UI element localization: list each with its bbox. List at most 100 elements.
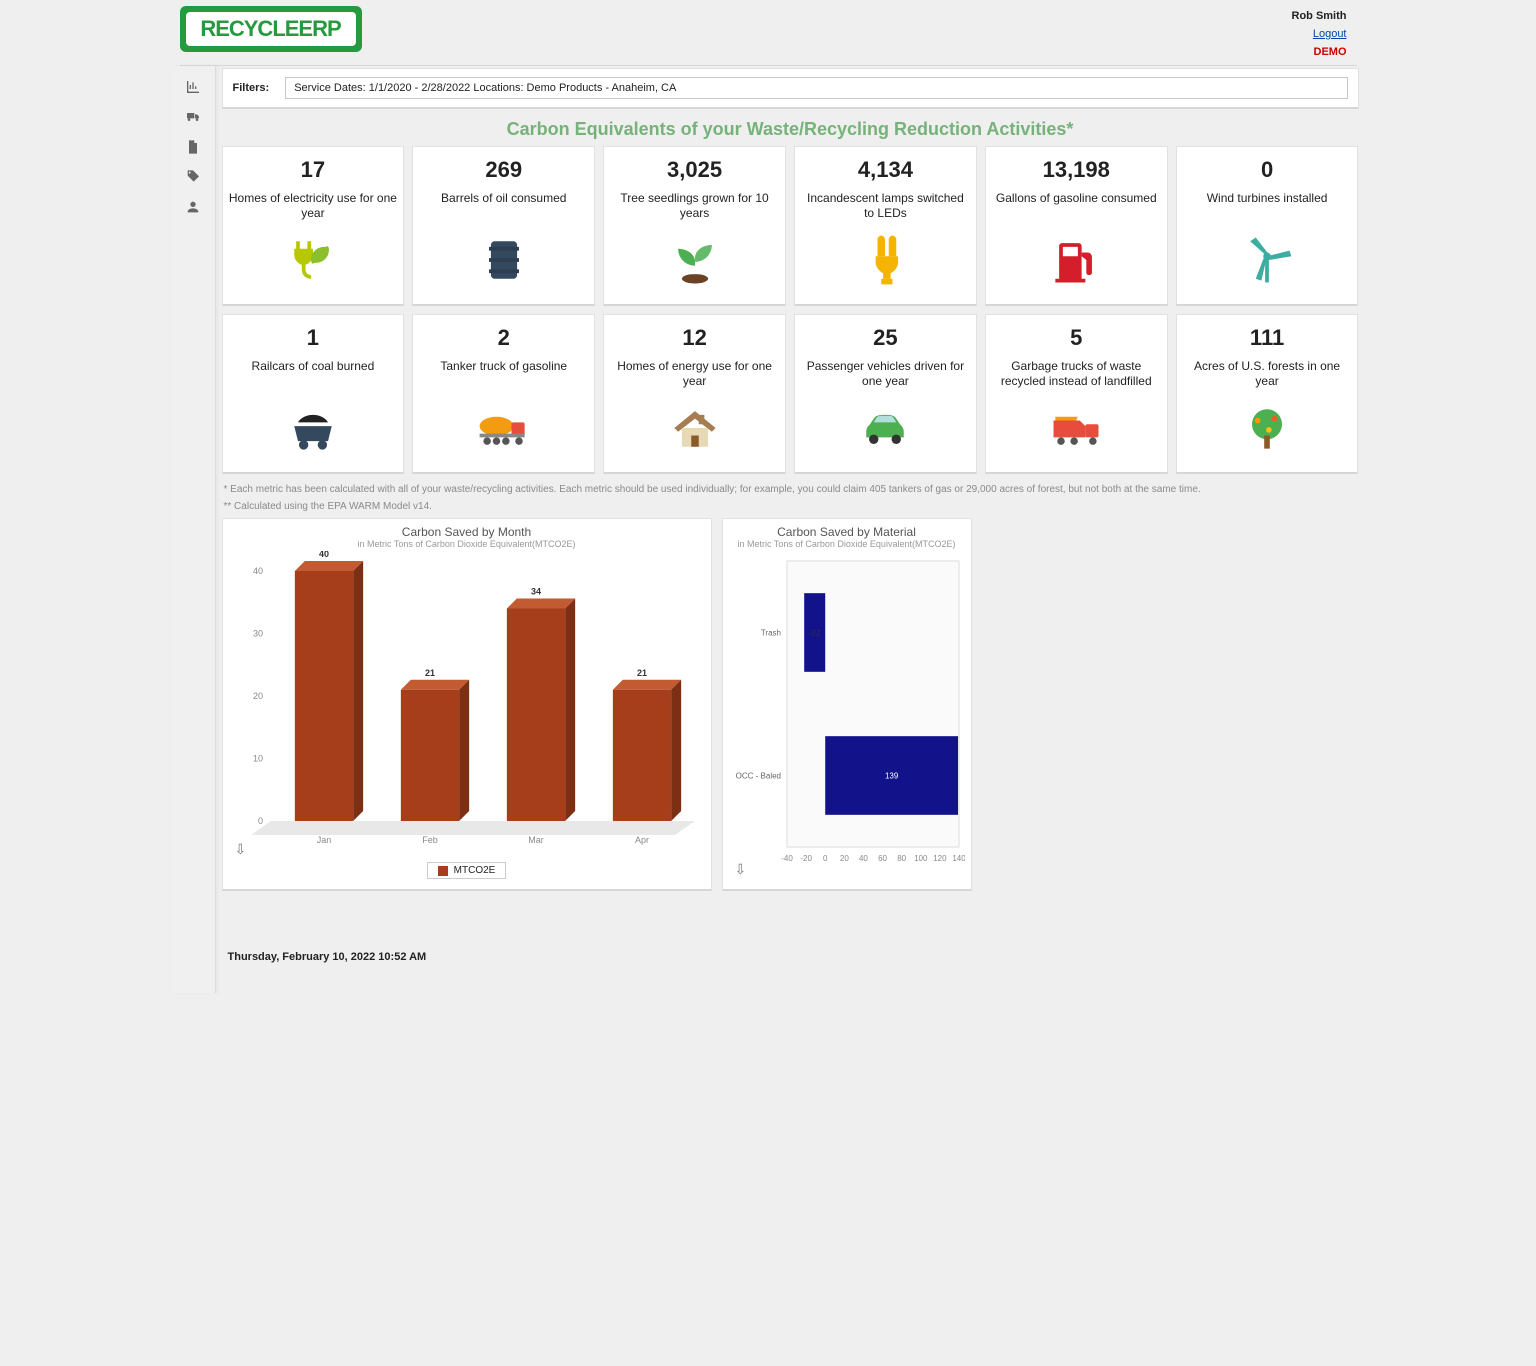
metric-tanker-truck: 2 Tanker truck of gasoline bbox=[412, 314, 595, 474]
svg-text:10: 10 bbox=[252, 754, 262, 764]
metric-value: 13,198 bbox=[1043, 157, 1110, 183]
svg-text:60: 60 bbox=[878, 854, 887, 863]
user-icon bbox=[185, 199, 201, 215]
filter-bar: Filters: Service Dates: 1/1/2020 - 2/28/… bbox=[222, 68, 1359, 109]
metric-label: Gallons of gasoline consumed bbox=[996, 191, 1157, 223]
metric-label: Garbage trucks of waste recycled instead… bbox=[992, 359, 1161, 391]
chart-carbon-by-month: Carbon Saved by Month in Metric Tons of … bbox=[222, 518, 712, 891]
chart-legend: MTCO2E bbox=[427, 862, 507, 879]
footnote-1: * Each metric has been calculated with a… bbox=[224, 484, 1357, 495]
logo-text: RECYCLEERP bbox=[186, 12, 356, 46]
metric-barrels-oil: 269 Barrels of oil consumed bbox=[412, 146, 595, 306]
metric-label: Acres of U.S. forests in one year bbox=[1183, 359, 1352, 391]
svg-text:40: 40 bbox=[318, 551, 328, 559]
metric-label: Homes of electricity use for one year bbox=[229, 191, 398, 223]
svg-text:OCC - Baled: OCC - Baled bbox=[735, 772, 780, 781]
svg-text:-40: -40 bbox=[781, 854, 793, 863]
svg-text:0: 0 bbox=[822, 854, 827, 863]
nav-account[interactable] bbox=[172, 192, 215, 222]
sidebar bbox=[172, 66, 216, 993]
svg-text:Feb: Feb bbox=[422, 835, 438, 845]
plug-leaf-icon bbox=[283, 230, 343, 290]
house-icon bbox=[665, 398, 725, 458]
user-name: Rob Smith bbox=[1292, 10, 1347, 22]
metric-passenger-vehicles: 25 Passenger vehicles driven for one yea… bbox=[794, 314, 977, 474]
metric-value: 0 bbox=[1261, 157, 1273, 183]
document-icon bbox=[185, 139, 201, 155]
metric-label: Homes of energy use for one year bbox=[610, 359, 779, 391]
wind-turbine-icon bbox=[1237, 230, 1297, 290]
svg-text:Jan: Jan bbox=[316, 835, 331, 845]
metric-label: Tanker truck of gasoline bbox=[440, 359, 567, 391]
metric-homes-energy: 12 Homes of energy use for one year bbox=[603, 314, 786, 474]
svg-text:120: 120 bbox=[933, 854, 947, 863]
svg-text:80: 80 bbox=[897, 854, 906, 863]
nav-documents[interactable] bbox=[172, 132, 215, 162]
metric-value: 12 bbox=[682, 325, 706, 351]
metric-label: Barrels of oil consumed bbox=[441, 191, 566, 223]
demo-badge: DEMO bbox=[1292, 46, 1347, 58]
svg-text:0: 0 bbox=[257, 816, 262, 826]
chart-subtitle: in Metric Tons of Carbon Dioxide Equival… bbox=[231, 539, 703, 549]
metric-gallons-gasoline: 13,198 Gallons of gasoline consumed bbox=[985, 146, 1168, 306]
car-icon bbox=[855, 398, 915, 458]
svg-text:30: 30 bbox=[252, 629, 262, 639]
nav-dashboard[interactable] bbox=[172, 72, 215, 102]
metric-value: 25 bbox=[873, 325, 897, 351]
tag-icon bbox=[185, 169, 201, 185]
svg-text:139: 139 bbox=[884, 772, 898, 781]
metric-value: 4,134 bbox=[858, 157, 913, 183]
metric-railcars-coal: 1 Railcars of coal burned bbox=[222, 314, 405, 474]
metric-label: Tree seedlings grown for 10 years bbox=[610, 191, 779, 223]
svg-text:Mar: Mar bbox=[528, 835, 544, 845]
metric-label: Railcars of coal burned bbox=[252, 359, 375, 391]
metric-lamps-led: 4,134 Incandescent lamps switched to LED… bbox=[794, 146, 977, 306]
chart-bar-icon bbox=[185, 79, 201, 95]
nav-hauling[interactable] bbox=[172, 102, 215, 132]
footnote-2: ** Calculated using the EPA WARM Model v… bbox=[224, 501, 1357, 512]
chart-title: Carbon Saved by Month bbox=[231, 525, 703, 539]
filter-value: Service Dates: 1/1/2020 - 2/28/2022 Loca… bbox=[294, 82, 676, 94]
logo[interactable]: RECYCLEERP bbox=[180, 6, 362, 52]
chart-carbon-by-material: Carbon Saved by Material in Metric Tons … bbox=[722, 518, 972, 891]
gas-pump-icon bbox=[1046, 230, 1106, 290]
svg-text:20: 20 bbox=[252, 691, 262, 701]
railcar-icon bbox=[283, 398, 343, 458]
chart-canvas: 01020304040Jan21Feb34Mar21Apr bbox=[231, 551, 705, 851]
legend-swatch bbox=[438, 866, 448, 876]
chart-subtitle: in Metric Tons of Carbon Dioxide Equival… bbox=[731, 539, 963, 549]
svg-text:-20: -20 bbox=[800, 854, 812, 863]
svg-text:20: 20 bbox=[839, 854, 848, 863]
nav-tickets[interactable] bbox=[172, 162, 215, 192]
page-title: Carbon Equivalents of your Waste/Recycli… bbox=[222, 119, 1359, 140]
tanker-truck-icon bbox=[474, 398, 534, 458]
metric-grid: 17 Homes of electricity use for one year… bbox=[222, 146, 1359, 474]
metric-label: Incandescent lamps switched to LEDs bbox=[801, 191, 970, 223]
chart-canvas: -40-20020406080100120140-22Trash139OCC -… bbox=[731, 551, 965, 871]
filter-field[interactable]: Service Dates: 1/1/2020 - 2/28/2022 Loca… bbox=[285, 77, 1347, 99]
metric-value: 17 bbox=[301, 157, 325, 183]
metric-value: 111 bbox=[1250, 325, 1284, 351]
barrel-icon bbox=[474, 230, 534, 290]
metric-wind-turbines: 0 Wind turbines installed bbox=[1176, 146, 1359, 306]
tree-icon bbox=[1237, 398, 1297, 458]
export-icon[interactable]: ⇩ bbox=[235, 841, 247, 858]
metric-label: Passenger vehicles driven for one year bbox=[801, 359, 970, 391]
svg-text:Apr: Apr bbox=[634, 835, 648, 845]
svg-text:Trash: Trash bbox=[760, 629, 780, 638]
truck-icon bbox=[185, 109, 201, 125]
metric-label: Wind turbines installed bbox=[1207, 191, 1328, 223]
svg-text:140: 140 bbox=[952, 854, 965, 863]
metric-garbage-trucks: 5 Garbage trucks of waste recycled inste… bbox=[985, 314, 1168, 474]
metric-forest-acres: 111 Acres of U.S. forests in one year bbox=[1176, 314, 1359, 474]
timestamp: Thursday, February 10, 2022 10:52 AM bbox=[228, 951, 1359, 963]
logout-link[interactable]: Logout bbox=[1292, 28, 1347, 40]
user-info: Rob Smith Logout DEMO bbox=[1292, 6, 1357, 58]
garbage-truck-icon bbox=[1046, 398, 1106, 458]
svg-text:34: 34 bbox=[530, 587, 540, 597]
export-icon[interactable]: ⇩ bbox=[735, 861, 747, 878]
filters-label: Filters: bbox=[233, 82, 270, 94]
metric-tree-seedlings: 3,025 Tree seedlings grown for 10 years bbox=[603, 146, 786, 306]
chart-title: Carbon Saved by Material bbox=[731, 525, 963, 539]
svg-text:100: 100 bbox=[914, 854, 928, 863]
